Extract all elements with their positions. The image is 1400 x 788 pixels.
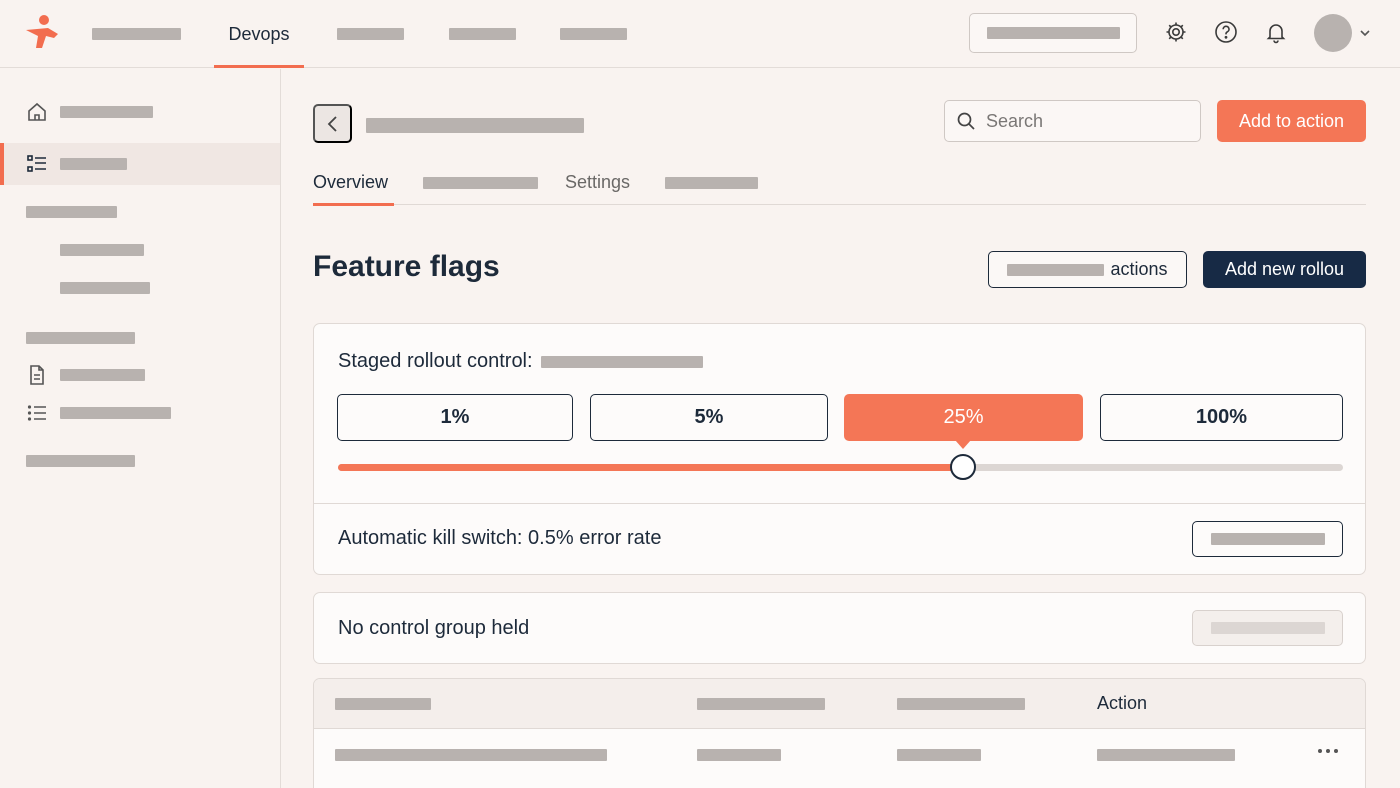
bullet-list-icon xyxy=(27,405,46,421)
sidebar-item-lists[interactable] xyxy=(0,392,280,434)
kill-switch-button[interactable] xyxy=(1192,521,1343,557)
card-divider xyxy=(314,503,1365,504)
nav-item-4[interactable] xyxy=(449,0,516,68)
bell-icon[interactable] xyxy=(1263,19,1289,45)
top-search-field[interactable] xyxy=(969,13,1137,53)
sidebar-item-active[interactable] xyxy=(0,143,280,185)
sidebar-item-home[interactable] xyxy=(0,91,280,133)
rollouts-table: Action xyxy=(313,678,1366,788)
column-header-action[interactable]: Action xyxy=(1097,693,1147,714)
rollout-option-5[interactable]: 5% xyxy=(590,394,828,441)
tab-4[interactable] xyxy=(665,160,758,205)
back-button[interactable] xyxy=(313,104,352,143)
column-header-1[interactable] xyxy=(335,698,431,710)
brand-logo-icon[interactable] xyxy=(24,14,60,52)
tab-overview-label: Overview xyxy=(313,172,389,192)
search-field[interactable] xyxy=(944,100,1201,142)
control-group-label: No control group held xyxy=(338,617,530,639)
nav-item-devops[interactable]: Devops xyxy=(214,0,304,68)
rollout-option-25[interactable]: 25% xyxy=(844,394,1083,441)
gear-icon[interactable] xyxy=(1163,19,1189,45)
sidebar-subitem-1[interactable] xyxy=(0,229,280,271)
rollout-label: Staged rollout control: xyxy=(338,350,703,373)
more-options-icon[interactable] xyxy=(1316,746,1340,756)
sidebar-section-heading-3 xyxy=(26,455,135,467)
chevron-down-icon[interactable] xyxy=(1358,26,1372,40)
rollout-card: Staged rollout control: 1% 5% 25% 100% A… xyxy=(313,323,1366,575)
selected-pointer-icon xyxy=(955,440,971,449)
sidebar-item-documents[interactable] xyxy=(0,354,280,396)
rollout-slider-handle[interactable] xyxy=(950,454,977,480)
top-navigation-bar: Devops xyxy=(0,0,1400,68)
search-icon xyxy=(957,112,975,130)
document-icon xyxy=(30,365,44,385)
page-title: Feature flags xyxy=(313,250,500,283)
help-icon[interactable] xyxy=(1213,19,1239,45)
chevron-left-icon xyxy=(327,115,337,132)
rollout-slider-track[interactable] xyxy=(338,464,1343,471)
nav-item-devops-label: Devops xyxy=(228,23,290,44)
add-to-action-button[interactable]: Add to action xyxy=(1217,100,1366,142)
rollout-slider-fill xyxy=(338,464,964,471)
bulk-actions-button[interactable]: actions xyxy=(988,251,1187,288)
search-input[interactable] xyxy=(986,110,1186,132)
home-icon xyxy=(28,102,46,121)
nav-item-5[interactable] xyxy=(560,0,627,68)
list-icon xyxy=(27,155,46,172)
rollout-label-text: Staged rollout control: xyxy=(338,350,533,372)
column-header-2[interactable] xyxy=(697,698,825,710)
page-breadcrumb xyxy=(366,118,584,133)
sidebar-section-heading xyxy=(26,206,117,218)
table-header: Action xyxy=(314,679,1365,729)
tab-settings[interactable]: Settings xyxy=(565,160,630,205)
tab-settings-label: Settings xyxy=(565,172,631,192)
sidebar-subitem-2[interactable] xyxy=(0,267,280,309)
tab-bar: Overview Settings xyxy=(313,160,1366,206)
control-group-button[interactable] xyxy=(1192,610,1343,646)
tab-2[interactable] xyxy=(423,160,538,205)
kill-switch-label: Automatic kill switch: 0.5% error rate xyxy=(338,527,662,549)
sidebar xyxy=(0,69,281,788)
column-header-3[interactable] xyxy=(897,698,1025,710)
bulk-actions-label: actions xyxy=(1110,259,1168,279)
nav-item-3[interactable] xyxy=(337,0,404,68)
avatar[interactable] xyxy=(1314,14,1352,52)
rollout-option-1[interactable]: 1% xyxy=(337,394,573,441)
add-new-rollout-button[interactable]: Add new rollou xyxy=(1203,251,1366,288)
sidebar-section-heading-2 xyxy=(26,332,135,344)
nav-item-1[interactable] xyxy=(92,0,181,68)
control-group-card: No control group held xyxy=(313,592,1366,664)
tab-overview[interactable]: Overview xyxy=(313,160,394,206)
rollout-option-100[interactable]: 100% xyxy=(1100,394,1343,441)
